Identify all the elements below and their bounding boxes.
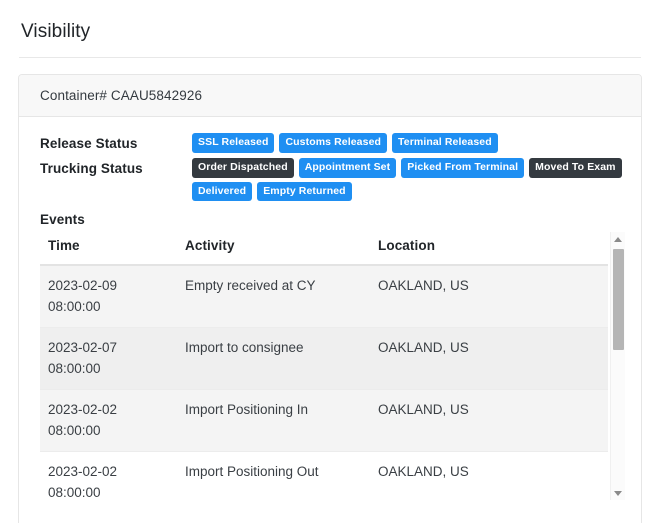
cell-date: 2023-02-07 [48,340,118,355]
container-number-label: Container# CAAU5842926 [40,88,203,103]
card-body: Release Status SSL Released Customs Rele… [19,117,641,500]
trucking-status-badges: Order Dispatched Appointment Set Picked … [192,158,622,201]
status-badge[interactable]: Customs Released [279,133,388,153]
cell-clock: 08:00:00 [48,299,101,314]
cell-activity: Import Positioning In [177,389,370,452]
cell-clock: 08:00:00 [48,485,101,500]
table-row[interactable]: 2023-02-07 08:00:00 Import to consignee … [40,327,608,390]
scroll-down-button[interactable] [611,486,625,500]
table-row[interactable]: 2023-02-02 08:00:00 Import Positioning O… [40,451,608,500]
cell-activity: Import Positioning Out [177,451,370,500]
status-badge[interactable]: Appointment Set [298,158,397,178]
cell-activity: Import to consignee [177,327,370,390]
cell-time: 2023-02-02 08:00:00 [40,389,177,452]
events-table-head: Time Activity Location [40,232,608,266]
table-header-row: Time Activity Location [40,232,608,266]
cell-location: OAKLAND, US [370,451,608,500]
cell-clock: 08:00:00 [48,361,101,376]
cell-location: OAKLAND, US [370,327,608,390]
status-badge[interactable]: Empty Returned [257,181,352,201]
trucking-status-label: Trucking Status [40,161,143,176]
table-row[interactable]: 2023-02-09 08:00:00 Empty received at CY… [40,265,608,328]
visibility-page: Visibility Container# CAAU5842926 Releas… [0,0,660,523]
cell-clock: 08:00:00 [48,423,101,438]
release-status-row: Release Status SSL Released Customs Rele… [40,133,623,153]
cell-time: 2023-02-07 08:00:00 [40,327,177,390]
scrollbar-thumb[interactable] [613,249,624,350]
cell-location: OAKLAND, US [370,389,608,452]
cell-date: 2023-02-02 [48,464,118,479]
cell-date: 2023-02-02 [48,402,118,417]
status-badge[interactable]: Order Dispatched [192,158,294,178]
events-section-title: Events [40,212,85,227]
events-scrollbar[interactable] [610,232,625,500]
release-status-badges: SSL Released Customs Released Terminal R… [192,133,622,153]
cell-location: OAKLAND, US [370,265,608,328]
chevron-up-icon [614,236,622,242]
status-badge[interactable]: Terminal Released [392,133,498,153]
chevron-down-icon [614,490,622,496]
title-divider [19,57,641,58]
status-badge[interactable]: Picked From Terminal [401,158,525,178]
status-badge[interactable]: SSL Released [192,133,275,153]
table-row[interactable]: 2023-02-02 08:00:00 Import Positioning I… [40,389,608,452]
container-card: Container# CAAU5842926 Release Status SS… [18,74,642,523]
trucking-status-row: Trucking Status Order Dispatched Appoint… [40,158,623,201]
status-badge[interactable]: Delivered [192,181,253,201]
card-header: Container# CAAU5842926 [19,75,641,117]
events-table: Time Activity Location 2023-02-09 08:00:… [40,232,608,500]
column-header-time[interactable]: Time [40,232,177,266]
release-status-label: Release Status [40,136,138,151]
page-title: Visibility [21,21,91,42]
column-header-location[interactable]: Location [370,232,608,266]
status-badge[interactable]: Moved To Exam [529,158,622,178]
scroll-up-button[interactable] [611,232,625,246]
cell-time: 2023-02-02 08:00:00 [40,451,177,500]
cell-activity: Empty received at CY [177,265,370,328]
column-header-activity[interactable]: Activity [177,232,370,266]
cell-time: 2023-02-09 08:00:00 [40,265,177,328]
events-table-body: 2023-02-09 08:00:00 Empty received at CY… [40,265,608,500]
events-table-viewport: Time Activity Location 2023-02-09 08:00:… [40,232,625,500]
cell-date: 2023-02-09 [48,278,118,293]
